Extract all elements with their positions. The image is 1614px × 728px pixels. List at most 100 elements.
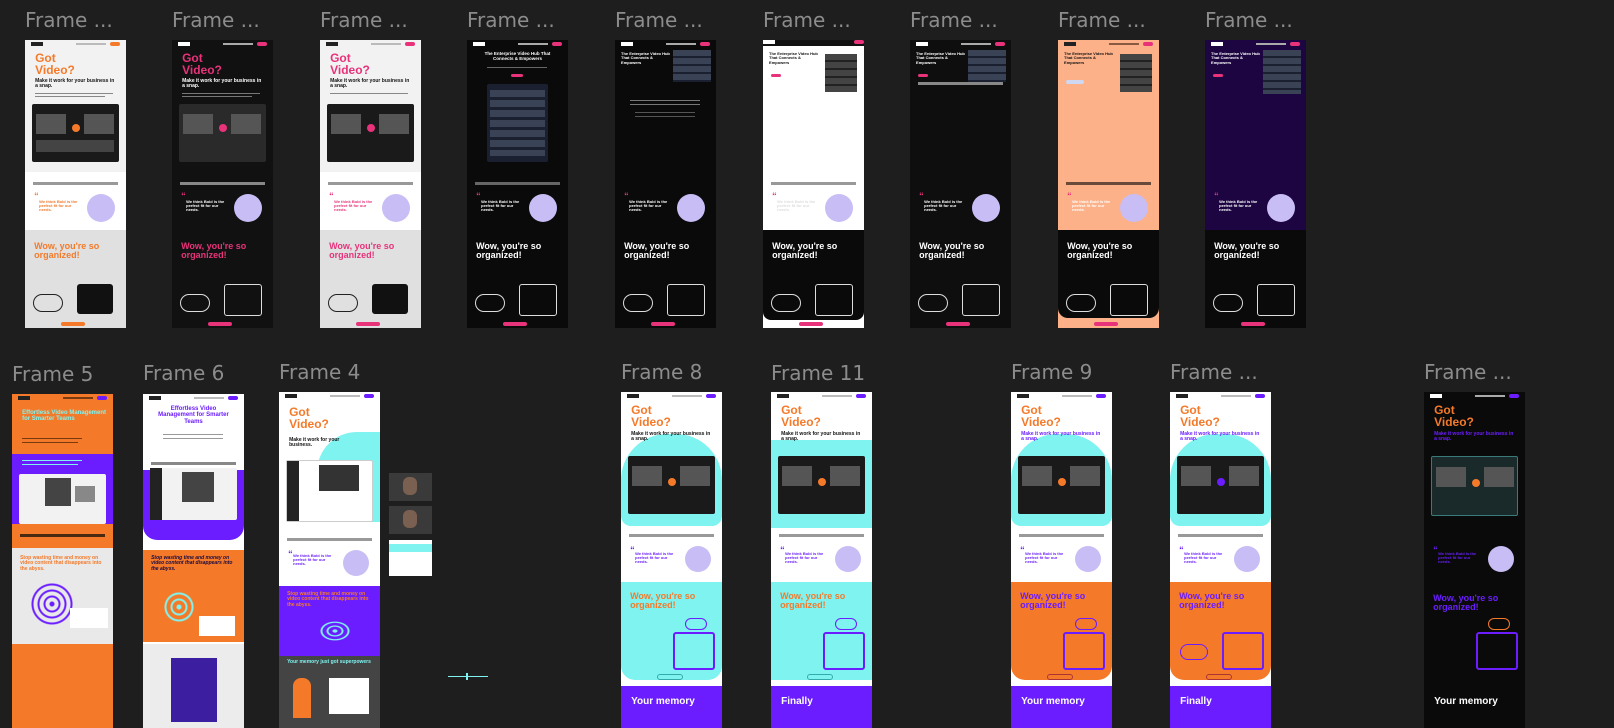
frame-artboard[interactable]: Got Video? Make it work for your busines… (279, 392, 380, 728)
avatar (1075, 546, 1101, 572)
frame-artboard[interactable]: Effortless Video Management for Smarter … (12, 394, 113, 728)
frame-label[interactable]: Frame ... (910, 10, 998, 30)
frame-label[interactable]: Frame 9 (1011, 362, 1092, 382)
frame-label[interactable]: Frame ... (763, 10, 851, 30)
frame-artboard[interactable]: The Enterprise Video Hub That Connects &… (763, 40, 864, 328)
avatar (972, 194, 1000, 222)
frame-artboard[interactable]: The Enterprise Video Hub That Connects &… (1058, 40, 1159, 328)
cloud-icon (475, 294, 505, 312)
cta-button[interactable] (799, 322, 823, 326)
frame-label[interactable]: Frame ... (25, 10, 113, 30)
cloud-icon (1488, 618, 1510, 630)
frame-artboard[interactable]: Got Video? Make it work for your busines… (320, 40, 421, 328)
frame-label[interactable]: Frame ... (1058, 10, 1146, 30)
frame-artboard[interactable]: The Enterprise Video Hub That Connects &… (615, 40, 716, 328)
hero-headline: The Enterprise Video Hub That Connects &… (769, 51, 818, 65)
cta-button[interactable] (946, 322, 970, 326)
testimonial-quote: We think Bold is the perfect fit for our… (635, 551, 674, 565)
section-heading: Wow, you're so organized! (780, 591, 846, 611)
frame-label[interactable]: Frame 8 (621, 362, 702, 382)
frame-artboard[interactable]: Effortless Video Management for Smarter … (143, 394, 244, 728)
testimonial-quote: We think Bold is the perfect fit for our… (334, 199, 373, 213)
frame-label[interactable]: Frame ... (1424, 362, 1512, 382)
frame-artboard[interactable]: The Enterprise Video Hub That Connects &… (910, 40, 1011, 328)
section-heading: Wow, you're so organized! (329, 241, 395, 261)
hero-subline: Make it work for your business in a snap… (330, 78, 410, 90)
avatar (529, 194, 557, 222)
hero-headline: The Enterprise Video Hub That Connects &… (1064, 51, 1113, 65)
play-icon (1472, 479, 1481, 487)
folder-video-icon (1063, 632, 1105, 670)
frame-label[interactable]: Frame ... (1205, 10, 1293, 30)
section-heading: Wow, you're so organized! (34, 241, 100, 261)
testimonial-quote: We think Bold is the perfect fit for our… (186, 199, 225, 213)
cloud-icon (835, 618, 857, 630)
folder-video-icon (224, 284, 262, 316)
cta-button[interactable] (503, 322, 527, 326)
frame-artboard[interactable]: Got Video? Make it work for your busines… (172, 40, 273, 328)
cta-button[interactable] (807, 674, 833, 680)
folder-video-icon (77, 284, 113, 314)
section-heading: Wow, you're so organized! (919, 241, 985, 261)
section-heading: Wow, you're so organized! (772, 241, 838, 261)
slider-handle[interactable] (466, 673, 468, 680)
frame-label[interactable]: Frame ... (615, 10, 703, 30)
vortex-graphic (28, 580, 76, 628)
frame-label[interactable]: Frame ... (1170, 362, 1258, 382)
video-library-screenshot (628, 456, 715, 514)
frame-label[interactable]: Frame ... (320, 10, 408, 30)
testimonial-quote: We think Bold is the perfect fit for our… (1072, 199, 1111, 213)
avatar (1234, 546, 1260, 572)
frame-artboard[interactable]: Got Video? Make it work for your busines… (621, 392, 722, 728)
frame-artboard[interactable]: Got Video? Make it work for your busines… (1424, 392, 1525, 728)
frame-artboard[interactable]: Got Video? Make it work for your busines… (1170, 392, 1271, 728)
cta-button[interactable] (1206, 674, 1232, 680)
frame-label[interactable]: Frame 6 (143, 363, 224, 383)
cta-button[interactable] (1241, 322, 1265, 326)
testimonial-quote: We think Bold is the perfect fit for our… (924, 199, 963, 213)
cta-button[interactable] (918, 74, 928, 77)
image-thumbnail[interactable] (389, 506, 432, 534)
cta-button[interactable] (1066, 80, 1084, 84)
cloud-icon (328, 294, 358, 312)
cta-button[interactable] (1213, 74, 1223, 77)
cta-button[interactable] (61, 322, 85, 326)
cta-button[interactable] (657, 674, 683, 680)
frame-artboard[interactable]: Got Video? Make it work for your busines… (25, 40, 126, 328)
cta-button[interactable] (356, 322, 380, 326)
frame-label[interactable]: Frame 5 (12, 364, 93, 384)
frame-label[interactable]: Frame 11 (771, 363, 865, 383)
folder-video-icon (823, 632, 865, 670)
video-library-screenshot (286, 460, 373, 522)
frame-artboard[interactable]: Got Video? Make it work for your busines… (771, 392, 872, 728)
frame-artboard[interactable]: The Enterprise Video Hub That Connects &… (1205, 40, 1306, 328)
frame-label[interactable]: Frame ... (172, 10, 260, 30)
cloud-icon (771, 294, 801, 312)
slider-control[interactable] (448, 673, 488, 680)
play-icon (1217, 478, 1226, 486)
frame-label[interactable]: Frame 4 (279, 362, 360, 382)
cta-button[interactable] (1047, 674, 1073, 680)
video-library-screenshot (1177, 456, 1264, 514)
cta-button[interactable] (208, 322, 232, 326)
section-heading: Stop wasting time and money on video con… (287, 591, 369, 608)
frame-artboard[interactable]: Got Video? Make it work for your busines… (1011, 392, 1112, 728)
image-thumbnail[interactable] (389, 473, 432, 501)
section-heading: Wow, you're so organized! (476, 241, 542, 261)
frame-label[interactable]: Frame ... (467, 10, 555, 30)
hero-headline: Got Video? (182, 51, 222, 77)
frame-artboard[interactable]: The Enterprise Video Hub That Connects &… (467, 40, 568, 328)
cta-button[interactable] (771, 74, 781, 77)
cloud-icon (1180, 644, 1208, 660)
cta-button[interactable] (1094, 322, 1118, 326)
folder-video-icon (962, 284, 1000, 316)
video-library-screenshot (150, 468, 237, 520)
video-library-screenshot (19, 474, 106, 524)
cta-button[interactable] (511, 74, 523, 77)
play-icon (1058, 478, 1067, 486)
avatar (234, 194, 262, 222)
image-thumbnail[interactable] (389, 540, 432, 576)
hero-headline: Got Video? (289, 405, 329, 431)
avatar (1120, 194, 1148, 222)
cta-button[interactable] (651, 322, 675, 326)
